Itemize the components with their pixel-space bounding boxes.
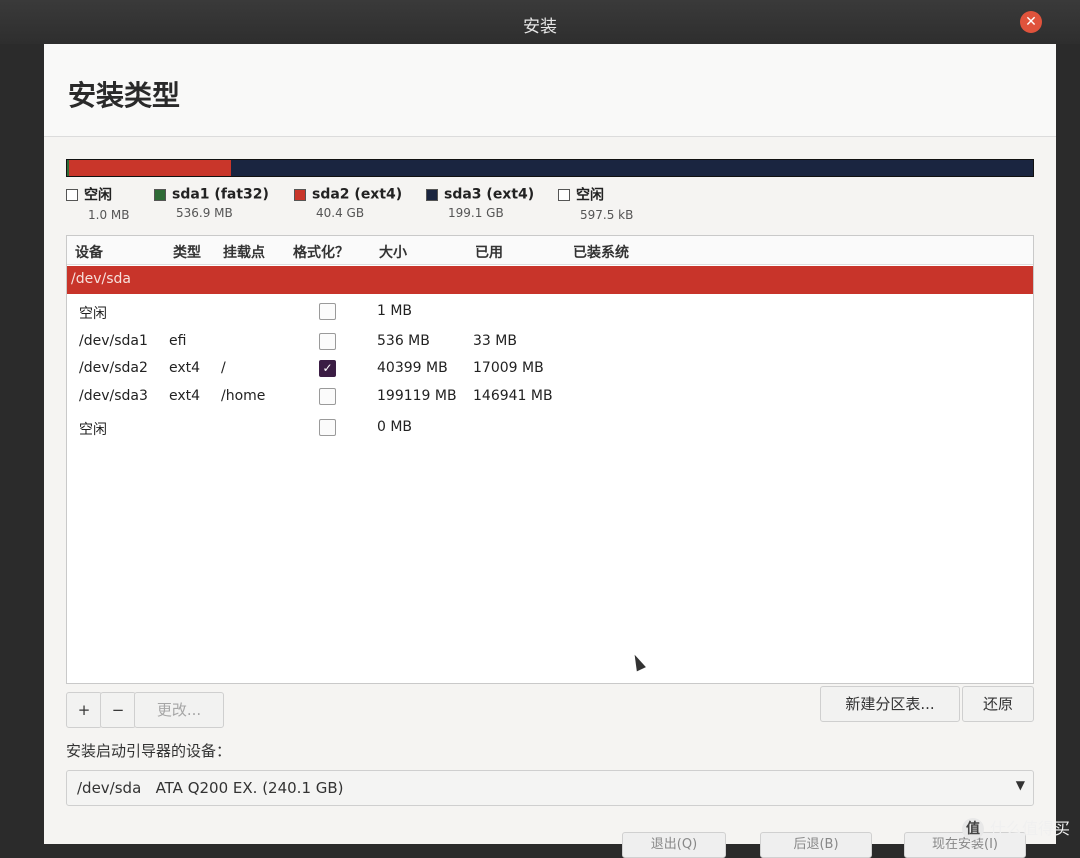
legend-size: 1.0 MB bbox=[88, 207, 130, 222]
disk-segment-sda2 bbox=[69, 160, 231, 176]
legend-item-sda2: sda2 (ext4) 40.4 GB bbox=[294, 184, 402, 220]
table-row-device[interactable]: /dev/sda bbox=[67, 266, 1033, 294]
legend-name: sda2 (ext4) bbox=[312, 186, 403, 203]
cell-device: /dev/sda1 bbox=[79, 333, 148, 349]
change-partition-button[interactable]: 更改... bbox=[134, 692, 224, 728]
watermark: 值什么值得买 bbox=[961, 815, 1070, 840]
revert-button[interactable]: 还原 bbox=[962, 686, 1034, 722]
legend-size: 536.9 MB bbox=[176, 206, 233, 220]
bootloader-selected: /dev/sda ATA Q200 EX. (240.1 GB) bbox=[77, 779, 344, 797]
bootloader-description: ATA Q200 EX. (240.1 GB) bbox=[155, 779, 344, 797]
bootloader-device-select[interactable]: /dev/sda ATA Q200 EX. (240.1 GB) ▼ bbox=[66, 770, 1034, 806]
legend-swatch bbox=[294, 188, 306, 201]
cell-size: 0 MB bbox=[377, 419, 413, 435]
cell-size: 40399 MB bbox=[377, 360, 448, 376]
table-row[interactable]: /dev/sda1 efi 536 MB 33 MB bbox=[67, 328, 1033, 356]
disk-segment-sda3 bbox=[231, 160, 1033, 176]
cell-type: efi bbox=[169, 333, 187, 349]
cell-device: 空闲 bbox=[79, 306, 107, 322]
legend-name: sda3 (ext4) bbox=[444, 186, 535, 203]
format-checkbox[interactable] bbox=[319, 388, 336, 405]
cell-type: ext4 bbox=[169, 388, 201, 404]
column-mount[interactable]: 挂载点 bbox=[223, 242, 265, 262]
column-size[interactable]: 大小 bbox=[379, 242, 407, 262]
remove-partition-button[interactable]: − bbox=[100, 692, 136, 728]
legend-size: 40.4 GB bbox=[316, 206, 365, 220]
watermark-logo-icon: 值 bbox=[961, 818, 984, 840]
installer-window: 安装类型 空闲 1.0 MB sda1 (fat32) 536.9 MB sda… bbox=[44, 44, 1056, 858]
disk-usage-bar bbox=[66, 159, 1034, 177]
table-row[interactable]: /dev/sda2 ext4 / ✓ 40399 MB 17009 MB bbox=[67, 355, 1033, 383]
cell-device: 空闲 bbox=[79, 422, 107, 438]
cell-size: 1 MB bbox=[377, 303, 413, 319]
legend-swatch bbox=[66, 188, 78, 201]
legend-size: 199.1 GB bbox=[448, 206, 504, 220]
cell-mount: /home bbox=[221, 388, 266, 404]
table-row[interactable]: 空闲 0 MB bbox=[67, 414, 1033, 442]
footer-buttons: 退出(Q) 后退(B) 现在安装(I) bbox=[44, 818, 1056, 858]
column-system[interactable]: 已装系统 bbox=[573, 242, 629, 262]
legend-swatch bbox=[426, 188, 438, 201]
device-name: /dev/sda bbox=[71, 271, 131, 287]
column-format[interactable]: 格式化？ bbox=[293, 242, 349, 262]
partition-table: 设备 类型 挂载点 格式化？ 大小 已用 已装系统 /dev/sda 空闲 1 … bbox=[66, 235, 1034, 684]
legend-swatch bbox=[154, 188, 166, 201]
cell-size: 536 MB bbox=[377, 333, 430, 349]
cell-used: 33 MB bbox=[473, 333, 517, 349]
cell-device: /dev/sda3 bbox=[79, 388, 148, 404]
bootloader-device: /dev/sda bbox=[77, 779, 142, 797]
page-header: 安装类型 bbox=[44, 44, 1056, 137]
table-header: 设备 类型 挂载点 格式化？ 大小 已用 已装系统 bbox=[67, 236, 1033, 265]
legend-name: 空闲 bbox=[576, 187, 604, 204]
cell-mount: / bbox=[221, 360, 226, 376]
legend-item-sda3: sda3 (ext4) 199.1 GB bbox=[426, 184, 534, 220]
column-used[interactable]: 已用 bbox=[475, 242, 503, 262]
cell-size: 199119 MB bbox=[377, 388, 457, 404]
legend-name: sda1 (fat32) bbox=[172, 186, 269, 203]
add-partition-button[interactable]: + bbox=[66, 692, 102, 728]
quit-button[interactable]: 退出(Q) bbox=[622, 832, 726, 858]
cell-device: /dev/sda2 bbox=[79, 360, 148, 376]
column-type[interactable]: 类型 bbox=[173, 242, 201, 262]
watermark-text: 什么值得买 bbox=[989, 818, 1070, 838]
cell-used: 146941 MB bbox=[473, 388, 553, 404]
legend-name: 空闲 bbox=[84, 187, 112, 204]
legend-item-sda1: sda1 (fat32) 536.9 MB bbox=[154, 184, 269, 220]
legend-item-free: 空闲 1.0 MB bbox=[66, 184, 129, 222]
cell-type: ext4 bbox=[169, 360, 201, 376]
column-device[interactable]: 设备 bbox=[75, 242, 103, 262]
back-button[interactable]: 后退(B) bbox=[760, 832, 872, 858]
table-row[interactable]: /dev/sda3 ext4 /home 199119 MB 146941 MB bbox=[67, 383, 1033, 411]
legend-item-free-end: 空闲 597.5 kB bbox=[558, 184, 633, 222]
bootloader-label: 安装启动引导器的设备： bbox=[66, 742, 232, 760]
window-title: 安装 bbox=[523, 17, 557, 37]
page-title: 安装类型 bbox=[68, 79, 181, 112]
legend-swatch bbox=[558, 188, 570, 201]
format-checkbox-checked[interactable]: ✓ bbox=[319, 360, 336, 377]
legend-size: 597.5 kB bbox=[580, 207, 634, 222]
table-row[interactable]: 空闲 1 MB bbox=[67, 298, 1033, 326]
format-checkbox[interactable] bbox=[319, 303, 336, 320]
cell-used: 17009 MB bbox=[473, 360, 544, 376]
format-checkbox[interactable] bbox=[319, 419, 336, 436]
title-bar: 安装 ✕ bbox=[0, 0, 1080, 44]
new-partition-table-button[interactable]: 新建分区表... bbox=[820, 686, 960, 722]
chevron-down-icon: ▼ bbox=[1015, 778, 1025, 792]
partition-legend: 空闲 1.0 MB sda1 (fat32) 536.9 MB sda2 (ex… bbox=[66, 184, 1032, 226]
format-checkbox[interactable] bbox=[319, 333, 336, 350]
close-icon[interactable]: ✕ bbox=[1020, 11, 1042, 33]
